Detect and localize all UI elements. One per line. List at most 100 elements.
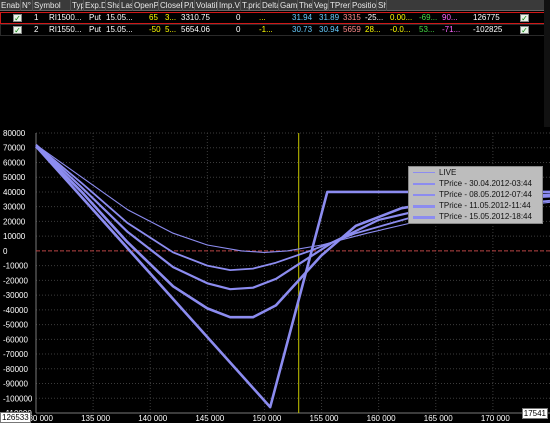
legend-label: TPrice - 08.05.2012-07:44 [439,190,532,199]
open-price-cell: 5654.06 [181,25,210,34]
position-checkbox[interactable]: ✓ [520,26,529,35]
y-tick-label: 10000 [3,232,26,241]
y-tick-label: 50000 [3,173,26,182]
theta-cell: -69... [419,13,438,22]
options-grid: EnableNN°SymbolTypeExp.DateShareLastOpen… [0,0,550,127]
exp-cell: 15.05... [106,13,133,22]
theta-cell: 53... [419,25,435,34]
y-tick-label: 70000 [3,144,26,153]
share-cell: -50 [149,25,161,34]
legend-swatch [413,183,435,185]
column-header[interactable]: Symbol [33,0,71,11]
t-price-cell: 5659 [343,25,361,34]
table-row[interactable]: ✓ 1 RI1500... Put 15.05... 65 3... 3310.… [0,12,550,24]
symbol-cell: RI1500... [49,13,82,22]
legend-item: TPrice - 15.05.2012-18:44 [409,212,544,222]
gamma-cell: -0.0... [390,25,411,34]
column-header[interactable]: TPremium [329,0,351,11]
last-cell: 5... [165,25,177,34]
legend-swatch [413,194,435,196]
last-cell: 3... [165,13,177,22]
y-tick-label: -60000 [3,335,28,344]
y-tick-label: 80000 [3,129,26,138]
pl-cell: -1... [259,25,273,34]
legend-item: TPrice - 30.04.2012-03:44 [409,179,544,189]
y-tick-label: -90000 [3,380,28,389]
column-header[interactable]: ClosePrice [159,0,183,11]
column-header[interactable]: Share [106,0,120,11]
x-tick-label: 160 000 [367,414,396,423]
imp-vol-cell: 31.89 [319,13,340,22]
grid-scrollbar[interactable] [544,0,550,127]
column-header[interactable]: Position [351,0,377,11]
legend-label: TPrice - 30.04.2012-03:44 [439,179,532,188]
column-header[interactable]: Theta [298,0,313,11]
x-tick-label: 150 000 [252,414,281,423]
column-header[interactable]: Volatility [195,0,218,11]
symbol-cell: RI1550... [49,25,82,34]
cursor-x-readout: 17541 [521,408,548,419]
y-tick-label: -20000 [3,276,28,285]
y-tick-label: -40000 [3,306,28,315]
close-price-cell: 0 [236,25,241,34]
column-header[interactable]: Vega [313,0,329,11]
imp-vol-cell: 30.94 [319,25,340,34]
pl-cell: ... [259,13,266,22]
legend-swatch [413,205,435,208]
column-header[interactable]: Type [71,0,84,11]
column-header[interactable]: Imp.Vol. [218,0,241,11]
column-header[interactable]: P/L [183,0,195,11]
column-header[interactable]: Delta [261,0,279,11]
row-number: 2 [34,25,39,34]
grid-header: EnableNN°SymbolTypeExp.DateShareLastOpen… [0,0,550,11]
vega-cell: 90... [442,13,458,22]
y-tick-label: 30000 [3,203,26,212]
column-header[interactable]: N° [21,0,33,11]
payoff-chart[interactable]: 80000 70000 60000 50000 40000 30000 20000 10000… [0,127,550,423]
column-header[interactable]: Last [120,0,133,11]
open-price-cell: 3310.75 [181,13,210,22]
cursor-y-readout: 126533 [0,412,31,423]
exp-cell: 15.05... [106,25,133,34]
enable-checkbox[interactable]: ✓ [13,14,22,23]
row-number: 1 [34,13,39,22]
column-header[interactable]: Exp.Date [84,0,106,11]
y-tick-label: -100000 [3,394,33,403]
chart-legend: LIVE TPrice - 30.04.2012-03:44 TPrice - … [408,166,543,224]
x-tick-label: 165 000 [424,414,453,423]
legend-label: TPrice - 11.05.2012-11:44 [439,201,531,210]
x-tick-label: 155 000 [310,414,339,423]
delta-cell: -25... [365,13,384,22]
legend-item: TPrice - 11.05.2012-11:44 [409,201,544,211]
column-header[interactable]: Sh [377,0,387,11]
legend-item: TPrice - 08.05.2012-07:44 [409,190,544,200]
enable-checkbox[interactable]: ✓ [13,26,22,35]
tpremium-cell: 126775 [473,13,500,22]
gamma-cell: 0.00... [390,13,413,22]
y-tick-label: 20000 [3,217,26,226]
y-tick-label: 0 [3,247,8,256]
delta-cell: 28... [365,25,381,34]
t-price-cell: 3315 [343,13,361,22]
tpremium-cell: -102825 [473,25,503,34]
y-tick-label: -10000 [3,262,28,271]
column-header[interactable]: T.price [241,0,261,11]
column-header[interactable]: OpenPrice [133,0,159,11]
column-header[interactable]: Gamma [279,0,298,11]
legend-swatch [413,172,435,173]
close-price-cell: 0 [236,13,241,22]
legend-item: LIVE [409,168,544,178]
share-cell: 65 [149,13,158,22]
legend-label: TPrice - 15.05.2012-18:44 [439,212,532,221]
legend-swatch [413,216,435,219]
legend-label: LIVE [439,168,457,177]
position-checkbox[interactable]: ✓ [520,14,529,23]
y-tick-label: -80000 [3,365,28,374]
column-header[interactable]: EnableN [0,0,21,11]
type-cell: Put [89,25,102,34]
y-tick-label: 40000 [3,188,26,197]
volatility-cell: 30.73 [292,25,313,34]
y-tick-label: -30000 [3,291,28,300]
table-row[interactable]: ✓ 2 RI1550... Put 15.05... -50 5... 5654… [0,24,550,36]
x-tick-label: 145 000 [195,414,224,423]
